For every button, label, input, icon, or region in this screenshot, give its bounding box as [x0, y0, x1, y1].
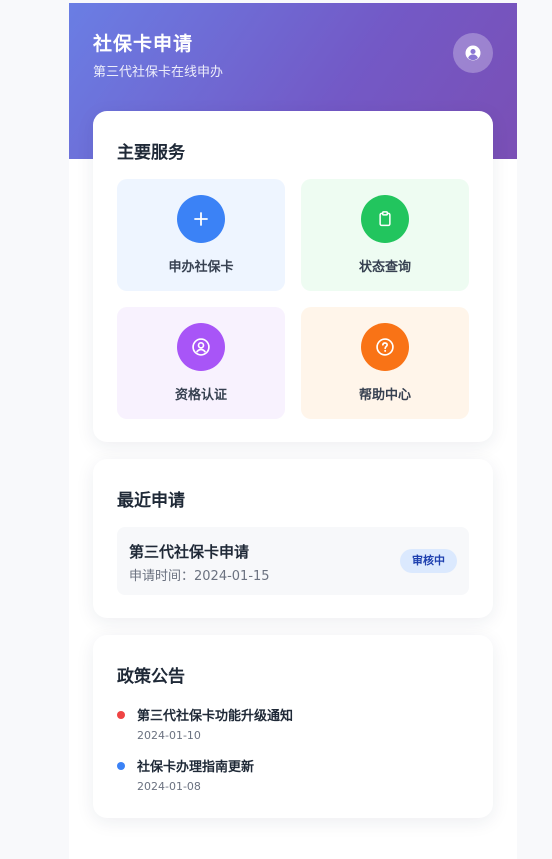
user-circle-icon: [465, 45, 481, 61]
recent-applications-card: 最近申请 第三代社保卡申请 申请时间：2024-01-15 审核中: [93, 459, 493, 618]
service-status-query[interactable]: 状态查询: [301, 179, 469, 291]
plus-icon: [194, 212, 208, 226]
app-container: 社保卡申请 第三代社保卡在线申办 主要服务 申办社保卡 状态查询 资格认证 帮助…: [69, 3, 517, 859]
user-avatar-button[interactable]: [453, 33, 493, 73]
services-title: 主要服务: [117, 143, 185, 163]
recent-title: 最近申请: [117, 491, 185, 511]
service-icon-circle: [361, 195, 409, 243]
service-label: 资格认证: [174, 388, 227, 403]
service-icon-circle: [361, 323, 409, 371]
notice-date: 2024-01-10: [137, 729, 201, 742]
service-icon-circle: [177, 195, 225, 243]
notice-date: 2024-01-08: [137, 780, 201, 793]
page-subtitle: 第三代社保卡在线申办: [93, 65, 224, 80]
user-circle-icon: [192, 338, 210, 356]
service-apply-card[interactable]: 申办社保卡: [117, 179, 285, 291]
service-label: 状态查询: [358, 260, 411, 275]
service-label: 申办社保卡: [168, 260, 234, 275]
policy-announcements-card: 政策公告 第三代社保卡功能升级通知 2024-01-10 社保卡办理指南更新 2…: [93, 635, 493, 818]
recent-application-item[interactable]: 第三代社保卡申请 申请时间：2024-01-15 审核中: [117, 527, 469, 595]
service-help-center[interactable]: 帮助中心: [301, 307, 469, 419]
notice-title: 第三代社保卡功能升级通知: [137, 709, 294, 724]
help-circle-icon: [376, 338, 394, 356]
notice-dot-icon: [117, 762, 125, 770]
services-card: 主要服务 申办社保卡 状态查询 资格认证 帮助中心: [93, 111, 493, 442]
service-label: 帮助中心: [358, 388, 411, 403]
application-time: 申请时间：2024-01-15: [129, 569, 270, 584]
application-title: 第三代社保卡申请: [129, 543, 250, 561]
notice-dot-icon: [117, 711, 125, 719]
service-qualification-auth[interactable]: 资格认证: [117, 307, 285, 419]
status-badge: 审核中: [400, 549, 457, 573]
policy-title: 政策公告: [117, 667, 185, 687]
clipboard-icon: [379, 211, 391, 227]
service-icon-circle: [177, 323, 225, 371]
notice-title: 社保卡办理指南更新: [137, 760, 255, 775]
page-title: 社保卡申请: [93, 33, 194, 55]
